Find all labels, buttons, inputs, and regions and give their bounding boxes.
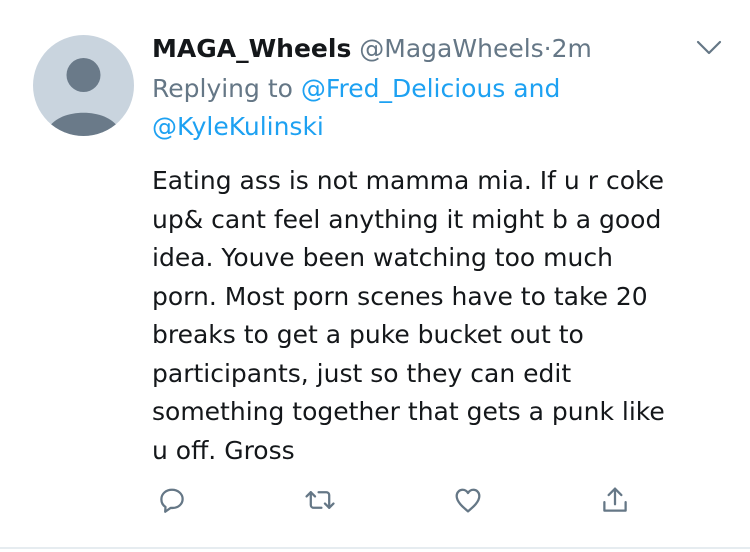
default-avatar-icon [46, 58, 121, 136]
tweet-card[interactable]: MAGA_Wheels @MagaWheels·2m Replying to @… [0, 0, 750, 552]
tweet-header: MAGA_Wheels @MagaWheels·2m [152, 32, 592, 66]
tweet-actions [0, 480, 750, 520]
share-icon [603, 487, 627, 512]
retweet-icon [305, 491, 335, 509]
user-handle[interactable]: @MagaWheels [359, 34, 543, 63]
chevron-down-icon[interactable] [696, 38, 722, 58]
divider [0, 547, 750, 549]
mention-link[interactable]: @KyleKulinski [152, 112, 324, 141]
replying-to-label: Replying to [152, 74, 293, 103]
mention-link[interactable]: @Fred_Delicious [301, 74, 505, 103]
retweet-button[interactable] [300, 480, 340, 520]
heart-icon [455, 488, 481, 513]
display-name[interactable]: MAGA_Wheels [152, 34, 351, 63]
reply-button[interactable] [152, 480, 192, 520]
mention-conjunction: and [513, 74, 561, 103]
timestamp[interactable]: 2m [552, 34, 592, 63]
reply-icon [160, 488, 184, 513]
like-button[interactable] [448, 480, 488, 520]
avatar[interactable] [33, 35, 134, 136]
tweet-text: Eating ass is not mamma mia. If u r coke… [152, 166, 665, 465]
share-button[interactable] [595, 480, 635, 520]
replying-to: Replying to @Fred_Delicious and @KyleKul… [152, 70, 712, 146]
separator-dot: · [543, 34, 552, 63]
